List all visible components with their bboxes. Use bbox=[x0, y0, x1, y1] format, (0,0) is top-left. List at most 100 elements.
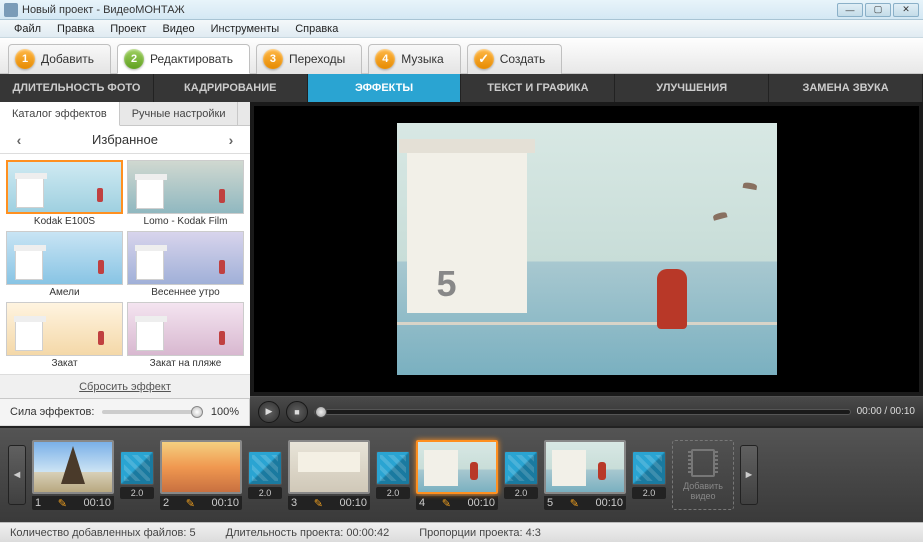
menubar: Файл Правка Проект Видео Инструменты Спр… bbox=[0, 20, 923, 38]
effect-thumb bbox=[6, 231, 123, 285]
tab-crop[interactable]: КАДРИРОВАНИЕ bbox=[154, 74, 308, 102]
titlebar: Новый проект - ВидеоМОНТАЖ — ▢ ✕ bbox=[0, 0, 923, 20]
add-video-button[interactable]: Добавить видео bbox=[672, 440, 734, 510]
step-label: Переходы bbox=[289, 52, 345, 66]
maximize-button[interactable]: ▢ bbox=[865, 3, 891, 17]
transition-thumb bbox=[504, 451, 538, 485]
subtab-manual[interactable]: Ручные настройки bbox=[120, 102, 239, 125]
timeline-transition[interactable]: 2.0 bbox=[248, 451, 282, 499]
strength-label: Сила эффектов: bbox=[10, 406, 94, 418]
effect-item[interactable]: Закат bbox=[6, 302, 123, 369]
effect-strength-row: Сила эффектов: 100% bbox=[0, 398, 249, 426]
step-label: Редактировать bbox=[150, 52, 233, 66]
film-icon bbox=[691, 449, 715, 477]
transition-duration: 2.0 bbox=[248, 487, 282, 499]
edit-icon: ✎ bbox=[570, 497, 579, 510]
menu-project[interactable]: Проект bbox=[102, 23, 154, 35]
step-label: Создать bbox=[500, 52, 546, 66]
reset-effect-row: Сбросить эффект bbox=[0, 374, 250, 398]
timeline-clip[interactable]: 1✎00:10 bbox=[32, 440, 114, 510]
statusbar: Количество добавленных файлов: 5 Длитель… bbox=[0, 522, 923, 542]
effect-label: Весеннее утро bbox=[127, 287, 244, 298]
tab-duration[interactable]: ДЛИТЕЛЬНОСТЬ ФОТО bbox=[0, 74, 154, 102]
timeline-clip[interactable]: 5✎00:10 bbox=[544, 440, 626, 510]
step-transitions[interactable]: 3 Переходы bbox=[256, 44, 362, 74]
playback-progress[interactable] bbox=[314, 409, 851, 415]
menu-file[interactable]: Файл bbox=[6, 23, 49, 35]
step-create[interactable]: ✓ Создать bbox=[467, 44, 563, 74]
menu-help[interactable]: Справка bbox=[287, 23, 346, 35]
step-edit[interactable]: 2 Редактировать bbox=[117, 44, 250, 74]
category-next[interactable]: › bbox=[224, 133, 238, 147]
clip-info: 4✎00:10 bbox=[416, 496, 498, 510]
menu-edit[interactable]: Правка bbox=[49, 23, 102, 35]
step-badge-3: 3 bbox=[263, 49, 283, 69]
add-video-label: Добавить видео bbox=[673, 481, 733, 501]
effects-panel: Каталог эффектов Ручные настройки ‹ Избр… bbox=[0, 102, 250, 398]
window-title: Новый проект - ВидеоМОНТАЖ bbox=[22, 4, 835, 16]
preview-canvas: 5 bbox=[254, 106, 919, 392]
transition-thumb bbox=[632, 451, 666, 485]
strength-slider-thumb[interactable] bbox=[191, 406, 203, 418]
clip-info: 1✎00:10 bbox=[32, 496, 114, 510]
effect-thumb bbox=[127, 160, 244, 214]
tab-audio[interactable]: ЗАМЕНА ЗВУКА bbox=[769, 74, 923, 102]
timecode: 00:00 / 00:10 bbox=[857, 406, 915, 417]
transition-duration: 2.0 bbox=[632, 487, 666, 499]
step-label: Музыка bbox=[401, 52, 443, 66]
playhead[interactable] bbox=[315, 406, 327, 418]
timeline-clip[interactable]: 3✎00:10 bbox=[288, 440, 370, 510]
effect-item[interactable]: Амели bbox=[6, 231, 123, 298]
menu-video[interactable]: Видео bbox=[154, 23, 202, 35]
timeline-scroll-right[interactable]: ► bbox=[740, 445, 758, 505]
effect-thumb bbox=[6, 302, 123, 356]
step-badge-1: 1 bbox=[15, 49, 35, 69]
tab-text[interactable]: ТЕКСТ И ГРАФИКА bbox=[461, 74, 615, 102]
effect-label: Закат на пляже bbox=[127, 358, 244, 369]
timeline-transition[interactable]: 2.0 bbox=[632, 451, 666, 499]
status-files: Количество добавленных файлов: 5 bbox=[10, 527, 196, 539]
transition-duration: 2.0 bbox=[376, 487, 410, 499]
step-badge-4: 4 bbox=[375, 49, 395, 69]
category-prev[interactable]: ‹ bbox=[12, 133, 26, 147]
minimize-button[interactable]: — bbox=[837, 3, 863, 17]
step-label: Добавить bbox=[41, 52, 94, 66]
reset-effect-link[interactable]: Сбросить эффект bbox=[79, 381, 171, 393]
effect-item[interactable]: Закат на пляже bbox=[127, 302, 244, 369]
effects-subtabs: Каталог эффектов Ручные настройки bbox=[0, 102, 250, 126]
timeline-transition[interactable]: 2.0 bbox=[120, 451, 154, 499]
edit-icon: ✎ bbox=[314, 497, 323, 510]
timeline-clip[interactable]: 4✎00:10 bbox=[416, 440, 498, 510]
preview-image: 5 bbox=[397, 123, 777, 375]
effect-item[interactable]: Весеннее утро bbox=[127, 231, 244, 298]
effects-grid[interactable]: Kodak E100SLomo - Kodak FilmАмели Весенне… bbox=[0, 154, 250, 374]
clip-thumb bbox=[416, 440, 498, 494]
tab-effects[interactable]: ЭФФЕКТЫ bbox=[308, 74, 462, 102]
step-add[interactable]: 1 Добавить bbox=[8, 44, 111, 74]
play-button[interactable]: ▶ bbox=[258, 401, 280, 423]
timeline-transition[interactable]: 2.0 bbox=[504, 451, 538, 499]
strength-slider[interactable] bbox=[102, 410, 202, 414]
step-music[interactable]: 4 Музыка bbox=[368, 44, 460, 74]
transition-thumb bbox=[120, 451, 154, 485]
clip-thumb bbox=[544, 440, 626, 494]
tab-improve[interactable]: УЛУЧШЕНИЯ bbox=[615, 74, 769, 102]
timeline-clip[interactable]: 2✎00:10 bbox=[160, 440, 242, 510]
close-button[interactable]: ✕ bbox=[893, 3, 919, 17]
step-badge-check: ✓ bbox=[474, 49, 494, 69]
stop-button[interactable]: ■ bbox=[286, 401, 308, 423]
app-icon bbox=[4, 3, 18, 17]
timeline-transition[interactable]: 2.0 bbox=[376, 451, 410, 499]
menu-tools[interactable]: Инструменты bbox=[203, 23, 288, 35]
section-tabs: ДЛИТЕЛЬНОСТЬ ФОТО КАДРИРОВАНИЕ ЭФФЕКТЫ Т… bbox=[0, 74, 923, 102]
clip-thumb bbox=[288, 440, 370, 494]
subtab-catalog[interactable]: Каталог эффектов bbox=[0, 102, 120, 126]
edit-icon: ✎ bbox=[58, 497, 67, 510]
player-controls: ▶ ■ 00:00 / 00:10 bbox=[250, 396, 923, 426]
timeline[interactable]: ◄ 1✎00:102.02✎00:102.03✎00:102.04✎00:102… bbox=[0, 426, 923, 522]
effect-item[interactable]: Lomo - Kodak Film bbox=[127, 160, 244, 227]
transition-duration: 2.0 bbox=[504, 487, 538, 499]
timeline-scroll-left[interactable]: ◄ bbox=[8, 445, 26, 505]
effect-item[interactable]: Kodak E100S bbox=[6, 160, 123, 227]
effect-thumb bbox=[127, 302, 244, 356]
